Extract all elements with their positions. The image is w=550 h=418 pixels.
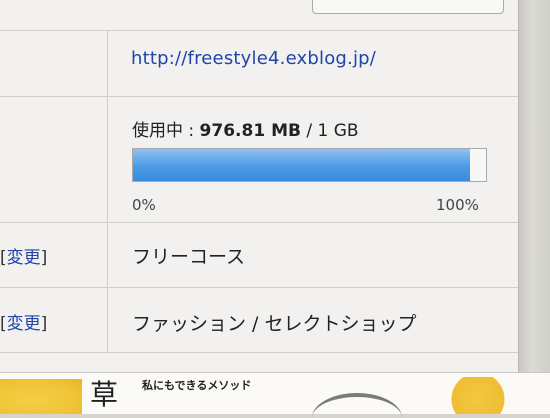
bracket-close: ] [40, 314, 48, 334]
bracket-open: [ [0, 248, 7, 268]
row-divider [0, 352, 518, 353]
category-value: ファッション / セレクトショップ [132, 313, 417, 335]
progress-max-label: 100% [436, 196, 479, 214]
course-change-link: [変更] [0, 243, 47, 268]
course-value: フリーコース [132, 246, 246, 268]
storage-separator: / [300, 121, 318, 141]
row-divider [0, 30, 518, 31]
progress-min-label: 0% [132, 196, 156, 214]
banner-graphic [0, 379, 82, 414]
storage-progress-fill [133, 149, 470, 181]
banner-decoration [312, 393, 402, 418]
category-change-link: [変更] [0, 309, 47, 334]
banner-glyph: 草 [90, 378, 119, 411]
storage-total-value: 1 GB [317, 121, 359, 141]
category-change-button[interactable]: 変更 [7, 314, 41, 334]
row-divider [0, 287, 518, 288]
top-button[interactable] [312, 0, 504, 14]
row-divider [0, 222, 518, 223]
column-divider [107, 30, 108, 352]
course-change-button[interactable]: 変更 [7, 248, 41, 268]
storage-usage-label: 使用中 : [132, 121, 200, 141]
ad-banner[interactable]: 草 私にもできるメソッド [0, 372, 550, 414]
bracket-close: ] [40, 248, 48, 268]
storage-used-value: 976.81 MB [199, 121, 301, 141]
banner-text: 私にもできるメソッド [142, 379, 252, 392]
row-divider [0, 96, 518, 97]
scrollbar[interactable] [518, 0, 550, 372]
banner-graphic-right [448, 377, 508, 414]
blog-url-link[interactable]: http://freestyle4.exblog.jp/ [131, 48, 376, 69]
storage-usage-text: 使用中 : 976.81 MB / 1 GB [132, 116, 359, 141]
storage-progress-bar [132, 148, 487, 182]
bracket-open: [ [0, 314, 7, 334]
settings-panel: http://freestyle4.exblog.jp/ 使用中 : 976.8… [0, 0, 518, 372]
